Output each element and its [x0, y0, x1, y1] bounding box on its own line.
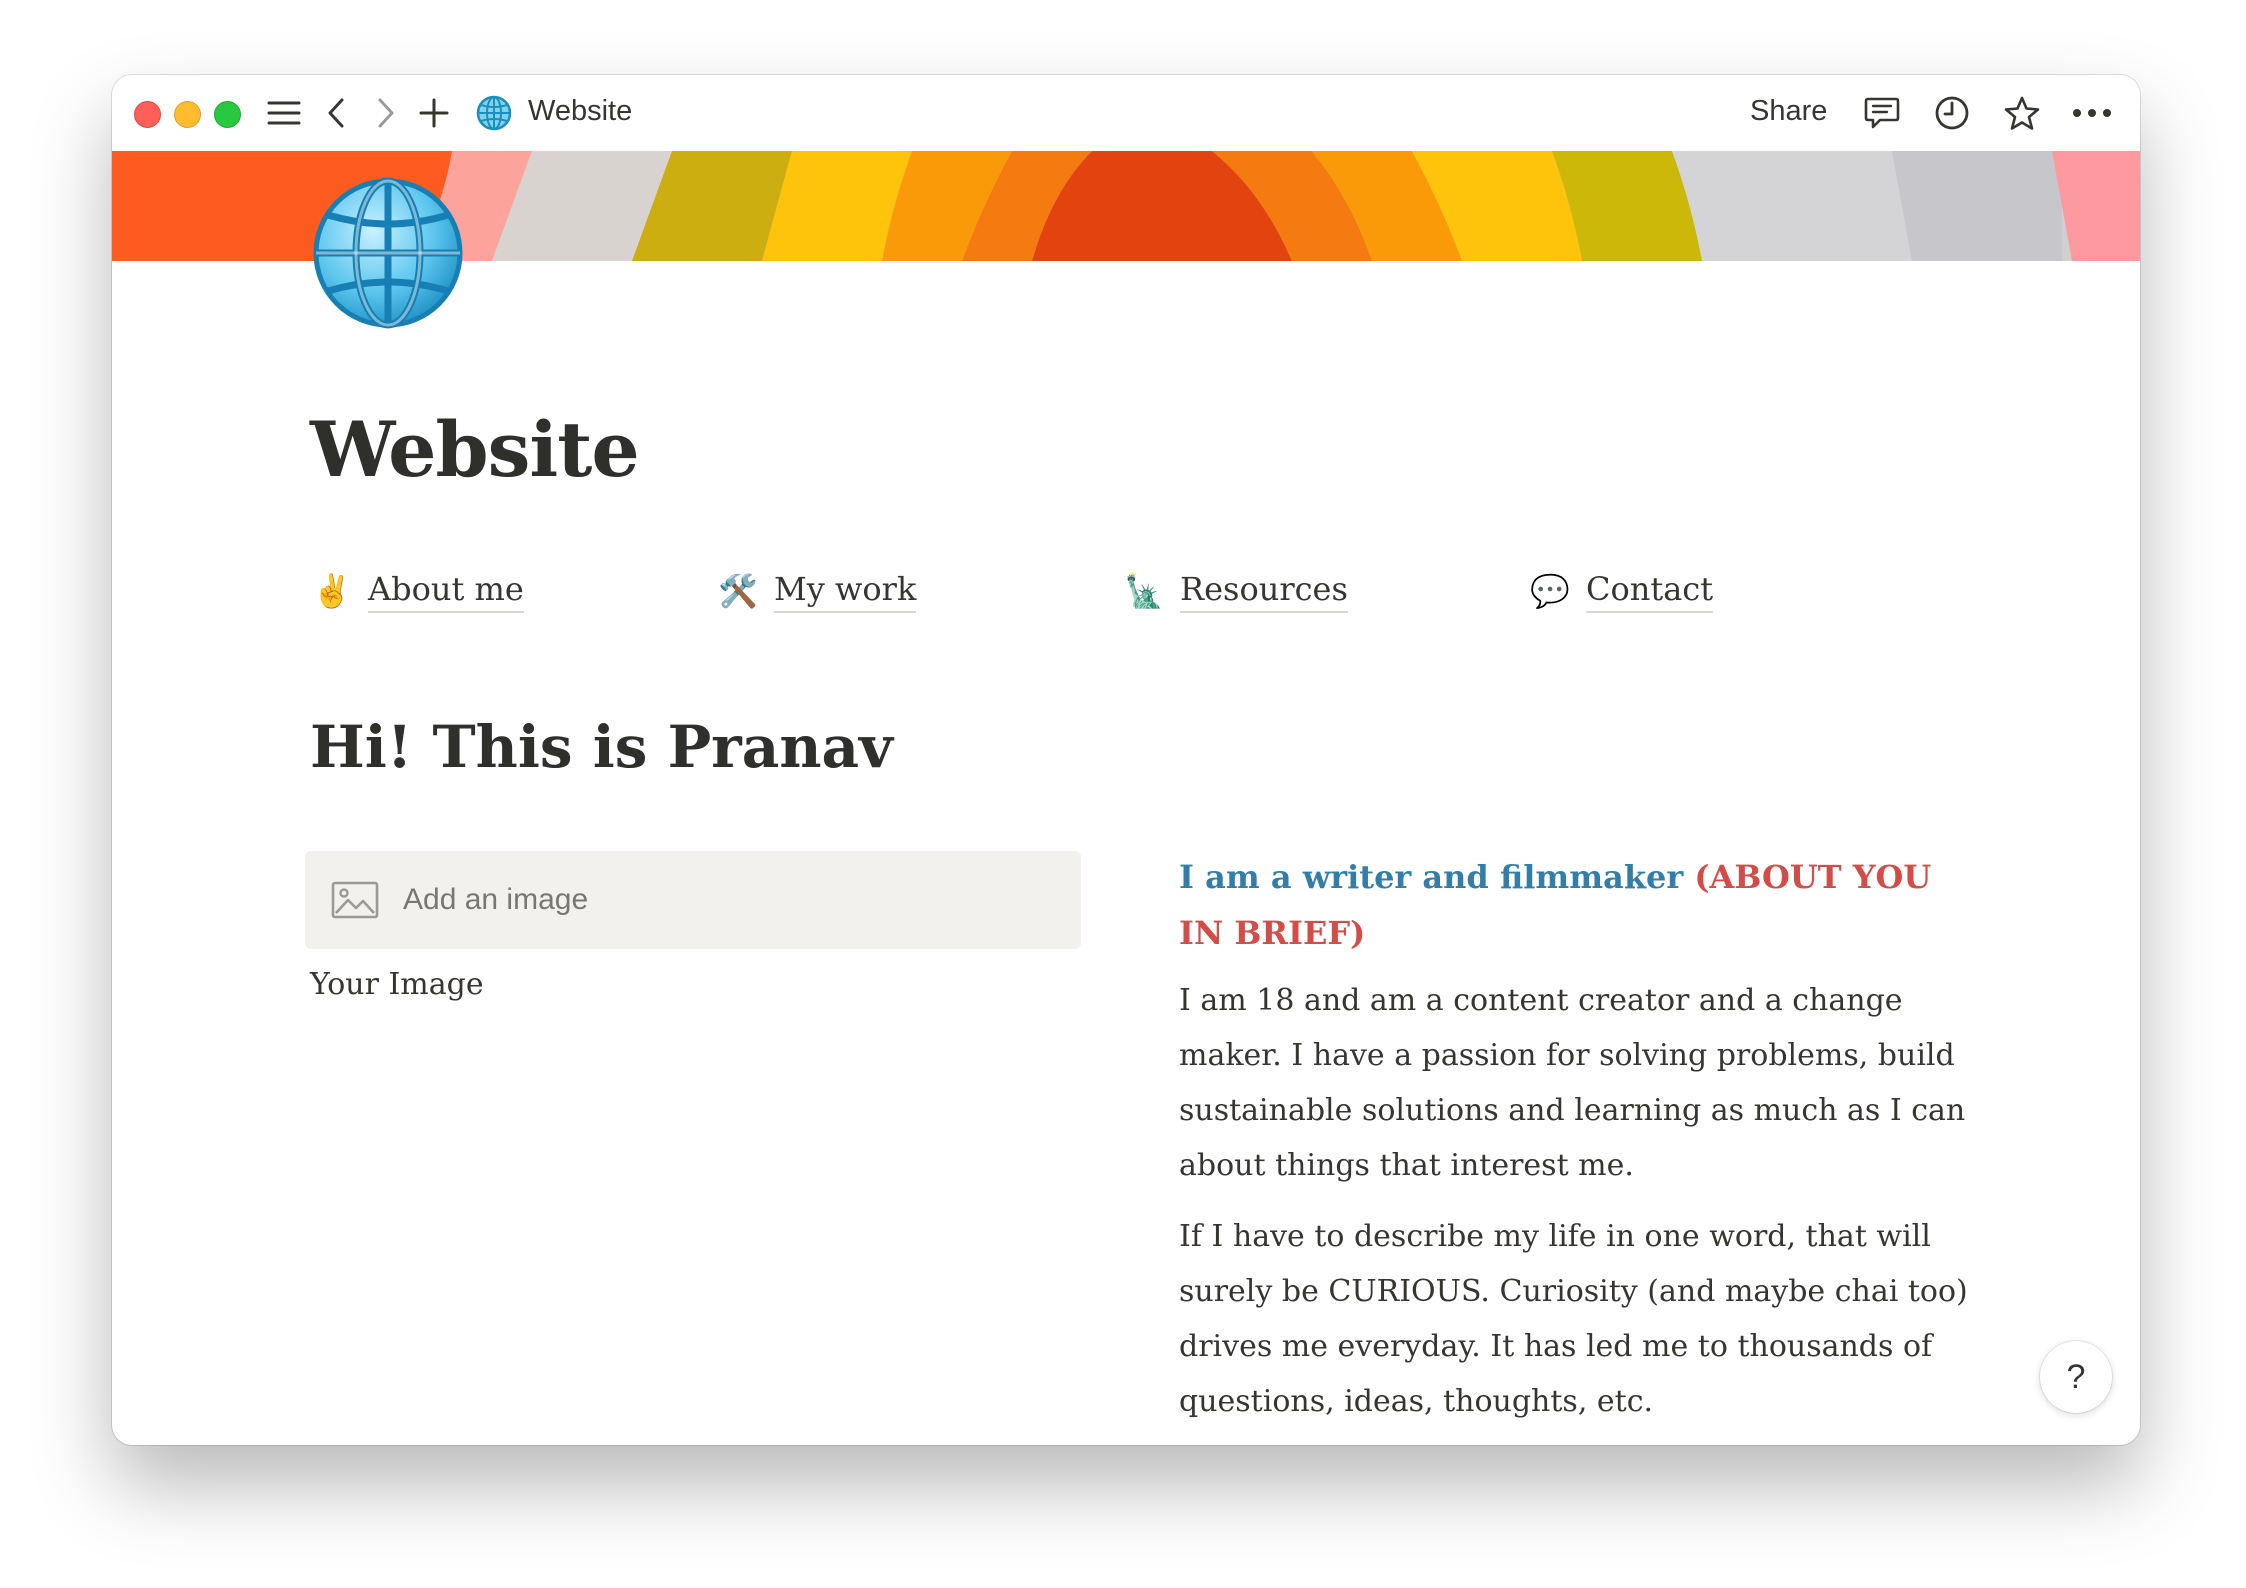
- more-icon[interactable]: [2072, 93, 2112, 133]
- nav-link-about-me[interactable]: ✌️ About me: [310, 561, 524, 621]
- image-caption[interactable]: Your Image: [310, 967, 484, 1002]
- victory-hand-icon: ✌️: [312, 572, 352, 610]
- about-subheading[interactable]: I am a writer and filmmaker (ABOUT YOU I…: [1179, 849, 1969, 961]
- zoom-window-button[interactable]: [214, 101, 241, 128]
- intro-heading[interactable]: Hi! This is Pranav: [310, 713, 893, 781]
- title-bar: Website Share: [112, 75, 2140, 151]
- globe-icon: [474, 93, 514, 133]
- nav-link-label[interactable]: About me: [368, 570, 524, 613]
- nav-link-contact[interactable]: 💬 Contact: [1528, 561, 1714, 621]
- close-window-button[interactable]: [134, 101, 161, 128]
- add-image-label: Add an image: [403, 883, 589, 916]
- plus-icon[interactable]: [414, 93, 454, 133]
- back-icon[interactable]: [316, 93, 356, 133]
- minimize-window-button[interactable]: [174, 101, 201, 128]
- help-button[interactable]: ?: [2040, 1341, 2112, 1413]
- add-image-block[interactable]: Add an image: [305, 851, 1081, 949]
- star-icon[interactable]: [2002, 93, 2042, 133]
- tools-icon: 🛠️: [718, 572, 758, 610]
- window-title: Website: [528, 95, 633, 127]
- speech-bubble-icon: 💬: [1530, 572, 1570, 610]
- about-paragraph[interactable]: I am 18 and am a content creator and a c…: [1179, 973, 1969, 1193]
- about-column: I am a writer and filmmaker (ABOUT YOU I…: [1179, 849, 1969, 1429]
- menu-icon[interactable]: [264, 93, 304, 133]
- about-paragraph[interactable]: If I have to describe my life in one wor…: [1179, 1209, 1969, 1429]
- nav-link-label[interactable]: Contact: [1586, 570, 1714, 613]
- page-icon-globe[interactable]: [310, 175, 466, 331]
- page-title[interactable]: Website: [310, 405, 640, 494]
- browser-window: Website Share Website ✌️ About me 🛠️ My …: [112, 75, 2140, 1445]
- image-icon: [331, 880, 379, 920]
- nav-link-resources[interactable]: 🗽 Resources: [1122, 561, 1348, 621]
- subheading-blue-text: I am a writer and filmmaker: [1179, 858, 1684, 896]
- share-button[interactable]: Share: [1750, 95, 1827, 128]
- history-icon[interactable]: [1932, 93, 1972, 133]
- nav-link-label[interactable]: Resources: [1180, 570, 1348, 613]
- comment-icon[interactable]: [1862, 93, 1902, 133]
- nav-link-label[interactable]: My work: [774, 570, 917, 613]
- nav-link-my-work[interactable]: 🛠️ My work: [716, 561, 917, 621]
- forward-icon[interactable]: [366, 93, 406, 133]
- statue-of-liberty-icon: 🗽: [1124, 572, 1164, 610]
